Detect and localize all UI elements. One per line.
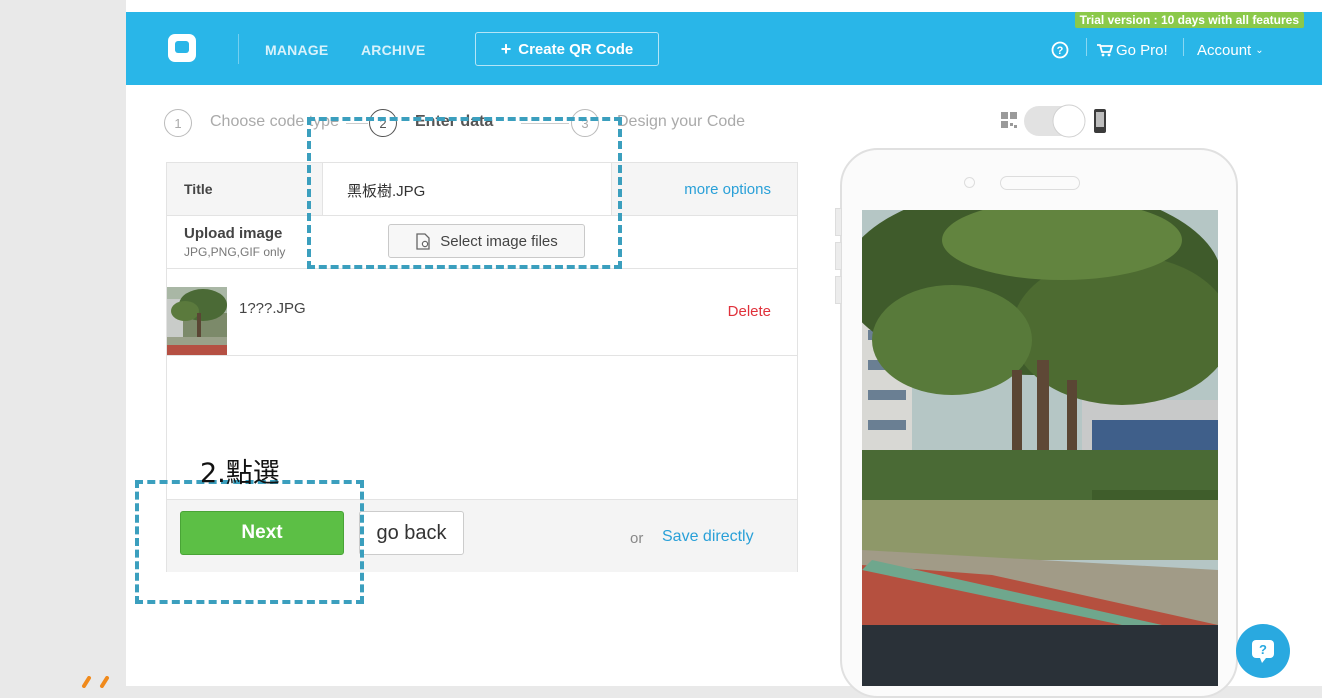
upload-image-label: Upload image: [184, 225, 283, 242]
preview-photo: [862, 210, 1218, 625]
annotation-highlight-box: [307, 117, 622, 269]
save-directly-link[interactable]: Save directly: [662, 528, 754, 546]
header-separator: [1183, 38, 1184, 56]
svg-text:?: ?: [1259, 642, 1267, 657]
create-qr-code-button[interactable]: + Create QR Code: [475, 32, 659, 66]
title-label: Title: [184, 181, 213, 197]
phone-side-button: [835, 276, 842, 304]
phone-speaker: [1000, 176, 1080, 190]
svg-text:?: ?: [1057, 45, 1064, 57]
account-label: Account: [1197, 42, 1252, 59]
chat-help-icon[interactable]: ?: [1234, 624, 1292, 678]
preview-mode-toggle[interactable]: [996, 104, 1114, 138]
phone-camera-dot: [964, 177, 975, 188]
uploaded-image-thumbnail: [167, 287, 227, 355]
go-pro-label: Go Pro!: [1116, 42, 1168, 59]
phone-preview-bottom: [862, 625, 1218, 686]
browser-strip: [272, 0, 1158, 12]
phone-side-button: [835, 242, 842, 270]
create-qr-code-label: Create QR Code: [518, 40, 634, 58]
nav-archive[interactable]: ARCHIVE: [361, 42, 425, 58]
step-1-number: 1: [164, 109, 192, 137]
step-3-label[interactable]: Design your Code: [617, 113, 745, 131]
cart-icon: [1097, 44, 1113, 57]
help-circle-icon[interactable]: ?: [1051, 41, 1069, 59]
uploaded-file-name: 1???.JPG: [239, 300, 306, 317]
app-logo-icon[interactable]: [166, 32, 198, 64]
trial-badge: Trial version : 10 days with all feature…: [1074, 12, 1304, 28]
plus-icon: +: [500, 39, 512, 59]
delete-file-link[interactable]: Delete: [728, 303, 771, 320]
phone-side-button: [835, 208, 842, 236]
nav-manage[interactable]: MANAGE: [265, 42, 328, 58]
decorative-corner-mark: [82, 676, 109, 688]
account-menu[interactable]: Account ⌄: [1197, 42, 1264, 59]
header-separator: [1086, 38, 1087, 56]
go-back-button[interactable]: go back: [359, 511, 464, 555]
annotation-highlight-box: [135, 480, 364, 604]
annotation-label: 2.點選: [200, 458, 280, 489]
upload-formats-hint: JPG,PNG,GIF only: [184, 245, 286, 259]
chevron-down-icon: ⌄: [1255, 45, 1264, 56]
or-text: or: [630, 530, 644, 547]
uploaded-file-row: 1???.JPG Delete: [167, 269, 797, 356]
go-pro-link[interactable]: Go Pro!: [1097, 42, 1168, 59]
nav-divider: [238, 34, 239, 64]
more-options-link[interactable]: more options: [684, 181, 771, 198]
qr-code-icon: [1001, 104, 1106, 138]
